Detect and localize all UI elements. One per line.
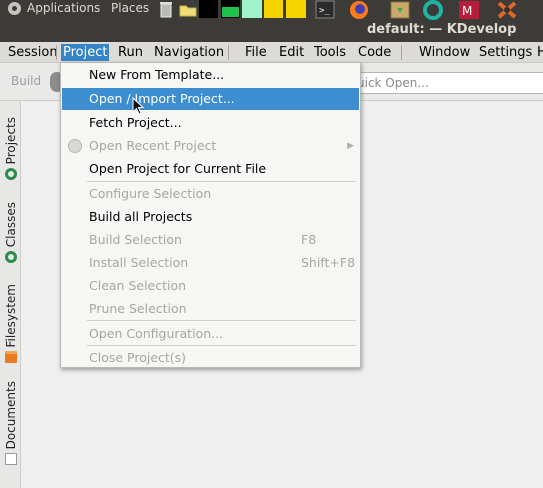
submenu-arrow-icon: ▶ xyxy=(347,141,354,151)
menu-item-label: Build all Projects xyxy=(89,209,193,224)
menu-edit[interactable]: Edit xyxy=(277,44,306,61)
menu-item-build-all-projects[interactable]: Build all Projects xyxy=(62,206,359,228)
menu-separator xyxy=(87,345,356,346)
menu-item-label: Open Configuration... xyxy=(89,326,224,341)
menu-item-build-selection[interactable]: Build Selection F8 xyxy=(62,229,359,251)
menu-run[interactable]: Run xyxy=(116,44,145,61)
trash-icon[interactable] xyxy=(157,0,175,20)
menu-help[interactable]: H xyxy=(535,44,543,61)
menu-item-prune-selection[interactable]: Prune Selection xyxy=(62,298,359,320)
menu-item-label: Open / Import Project... xyxy=(89,91,235,106)
menu-tools[interactable]: Tools xyxy=(312,44,348,61)
menu-item-fetch-project[interactable]: Fetch Project... xyxy=(62,112,359,134)
build-button[interactable]: Build xyxy=(11,74,41,88)
menu-navigation[interactable]: Navigation xyxy=(152,44,226,61)
applications-menu[interactable]: Applications xyxy=(8,0,100,16)
menu-item-open-project-current-file[interactable]: Open Project for Current File xyxy=(62,158,359,180)
svg-text:M: M xyxy=(462,4,472,18)
menu-item-new-from-template[interactable]: New From Template... xyxy=(62,64,359,86)
tab-filesystem[interactable]: Filesystem xyxy=(0,284,21,364)
menu-item-clean-selection[interactable]: Clean Selection xyxy=(62,275,359,297)
left-dock: Projects Classes Filesystem Documents xyxy=(0,101,21,488)
svg-text:>_: >_ xyxy=(319,6,330,16)
circle-app-icon[interactable] xyxy=(422,0,444,20)
projects-icon xyxy=(4,168,17,181)
firefox-icon[interactable] xyxy=(348,0,370,20)
menu-divider xyxy=(228,45,229,60)
menu-item-label: Configure Selection xyxy=(89,186,212,201)
tab-documents[interactable]: Documents xyxy=(0,381,21,466)
project-menu: New From Template... Open / Import Proje… xyxy=(60,62,361,368)
menu-item-configure-selection[interactable]: Configure Selection xyxy=(62,183,359,205)
tool-icon[interactable] xyxy=(496,0,518,20)
menu-item-open-import-project[interactable]: Open / Import Project... xyxy=(62,88,359,110)
tab-projects[interactable]: Projects xyxy=(0,117,21,181)
mendeley-icon[interactable]: M xyxy=(458,0,480,20)
menu-item-label: Install Selection xyxy=(89,255,189,270)
menu-item-open-recent-project[interactable]: Open Recent Project ▶ xyxy=(62,135,359,157)
green-square-icon[interactable] xyxy=(221,0,240,18)
menu-separator xyxy=(87,181,356,182)
tab-classes-label: Classes xyxy=(3,202,18,248)
folder-icon xyxy=(4,351,17,364)
menubar: Session Project Run Navigation File Edit… xyxy=(0,42,543,63)
tab-classes[interactable]: Classes xyxy=(0,202,21,264)
ubuntu-logo-icon xyxy=(8,1,21,15)
yellow-square-icon[interactable] xyxy=(264,0,283,18)
document-icon xyxy=(4,453,17,466)
quick-open-input[interactable]: uick Open... xyxy=(352,72,543,94)
menu-settings[interactable]: Settings xyxy=(477,44,534,61)
menu-window[interactable]: Window xyxy=(417,44,472,61)
menu-divider xyxy=(401,45,402,60)
menu-code[interactable]: Code xyxy=(356,44,393,61)
menu-item-open-configuration[interactable]: Open Configuration... xyxy=(62,323,359,345)
black-square-icon[interactable] xyxy=(199,0,218,18)
tab-filesystem-label: Filesystem xyxy=(3,284,18,348)
tab-projects-label: Projects xyxy=(3,117,18,165)
mint-square-icon[interactable] xyxy=(242,0,262,18)
mouse-pointer-icon xyxy=(132,96,145,115)
recent-icon xyxy=(68,139,82,153)
terminal-icon[interactable]: >_ xyxy=(315,0,335,20)
menu-project[interactable]: Project xyxy=(61,44,110,61)
folder-icon[interactable] xyxy=(178,0,198,20)
menu-item-close-projects[interactable]: Close Project(s) xyxy=(62,347,359,369)
package-icon[interactable] xyxy=(389,0,411,20)
menu-item-label: Fetch Project... xyxy=(89,115,182,130)
menu-file[interactable]: File xyxy=(243,44,269,61)
menu-item-shortcut: F8 xyxy=(301,232,317,247)
classes-icon xyxy=(4,251,17,264)
tab-documents-label: Documents xyxy=(3,381,18,450)
places-menu[interactable]: Places xyxy=(111,0,149,16)
applications-label: Applications xyxy=(27,1,101,15)
menu-item-label: Prune Selection xyxy=(89,301,187,316)
menu-divider xyxy=(56,45,57,60)
menu-item-label: Open Project for Current File xyxy=(89,161,267,176)
menu-item-install-selection[interactable]: Install Selection Shift+F8 xyxy=(62,252,359,274)
menu-item-label: Build Selection xyxy=(89,232,182,247)
menu-item-shortcut: Shift+F8 xyxy=(301,255,356,270)
menu-separator xyxy=(87,320,356,321)
window-title: default: — KDevelop xyxy=(367,22,517,37)
menu-item-label: Close Project(s) xyxy=(89,350,187,365)
menu-item-label: Clean Selection xyxy=(89,278,187,293)
menu-session[interactable]: Session xyxy=(6,44,60,61)
top-panel: Applications Places >_ M default: — KDev… xyxy=(0,0,543,42)
menu-item-label: Open Recent Project xyxy=(89,138,217,153)
menu-item-label: New From Template... xyxy=(89,67,225,82)
yellow-square-icon[interactable] xyxy=(286,0,306,18)
